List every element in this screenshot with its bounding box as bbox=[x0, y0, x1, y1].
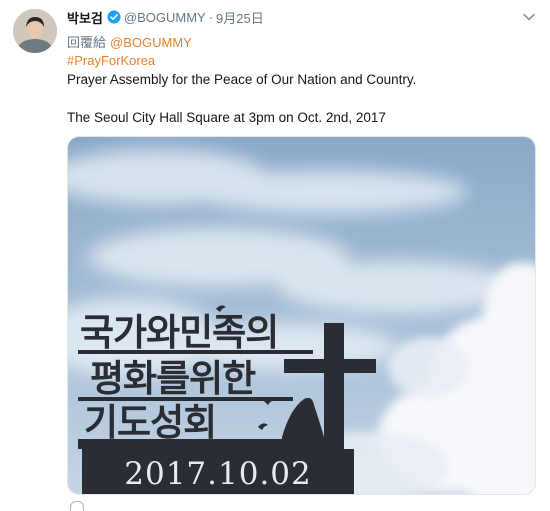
display-name[interactable]: 박보검 bbox=[67, 8, 103, 27]
reply-context: 回覆給 @BOGUMMY bbox=[67, 32, 192, 51]
hashtag-link[interactable]: #PrayForKorea bbox=[67, 53, 155, 68]
tweet-card[interactable]: 박보검 @BOGUMMY · 9月25日 回覆給 @BOGUMMY #PrayFo… bbox=[0, 0, 550, 511]
tweet-header: 박보검 @BOGUMMY · 9月25日 bbox=[67, 8, 264, 26]
sign-line-3: 기도성회 bbox=[84, 400, 216, 444]
avatar[interactable] bbox=[13, 9, 57, 53]
reply-prefix: 回覆給 bbox=[67, 35, 107, 50]
user-handle[interactable]: @BOGUMMY bbox=[124, 10, 206, 25]
tweet-text-line-1: Prayer Assembly for the Peace of Our Nat… bbox=[67, 72, 417, 87]
tweet-photo[interactable]: 국가와민족의 평화를위한 기도성회 2017.10.02 bbox=[67, 136, 536, 495]
sign-date: 2017.10.02 bbox=[124, 456, 312, 492]
sign-line-1: 국가와민족의 bbox=[80, 310, 278, 354]
verified-badge-icon bbox=[107, 10, 121, 24]
reply-handle-link[interactable]: @BOGUMMY bbox=[110, 35, 192, 50]
sign-line-2: 평화를위한 bbox=[90, 356, 256, 400]
tweet-date[interactable]: 9月25日 bbox=[216, 8, 264, 27]
separator-dot: · bbox=[208, 9, 214, 25]
chevron-down-icon[interactable] bbox=[522, 12, 536, 22]
tweet-text-line-2: The Seoul City Hall Square at 3pm on Oct… bbox=[67, 110, 386, 125]
